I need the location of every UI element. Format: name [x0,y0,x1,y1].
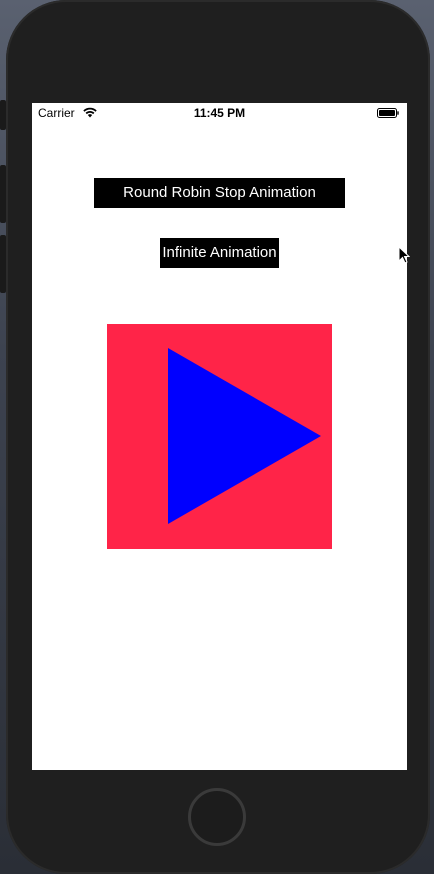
volume-down-button [0,235,6,293]
home-button[interactable] [188,788,246,846]
round-robin-stop-animation-button[interactable]: Round Robin Stop Animation [94,178,345,208]
status-bar: Carrier 11:45 PM [32,103,407,123]
infinite-animation-button[interactable]: Infinite Animation [160,238,279,268]
battery-icon [377,108,399,118]
mouse-cursor-icon [398,246,410,264]
volume-up-button [0,165,6,223]
animation-view [107,324,332,549]
mute-switch [0,100,6,130]
status-time: 11:45 PM [193,106,246,120]
app-screen: Carrier 11:45 PM Round Robin Stop Animat… [32,103,407,770]
